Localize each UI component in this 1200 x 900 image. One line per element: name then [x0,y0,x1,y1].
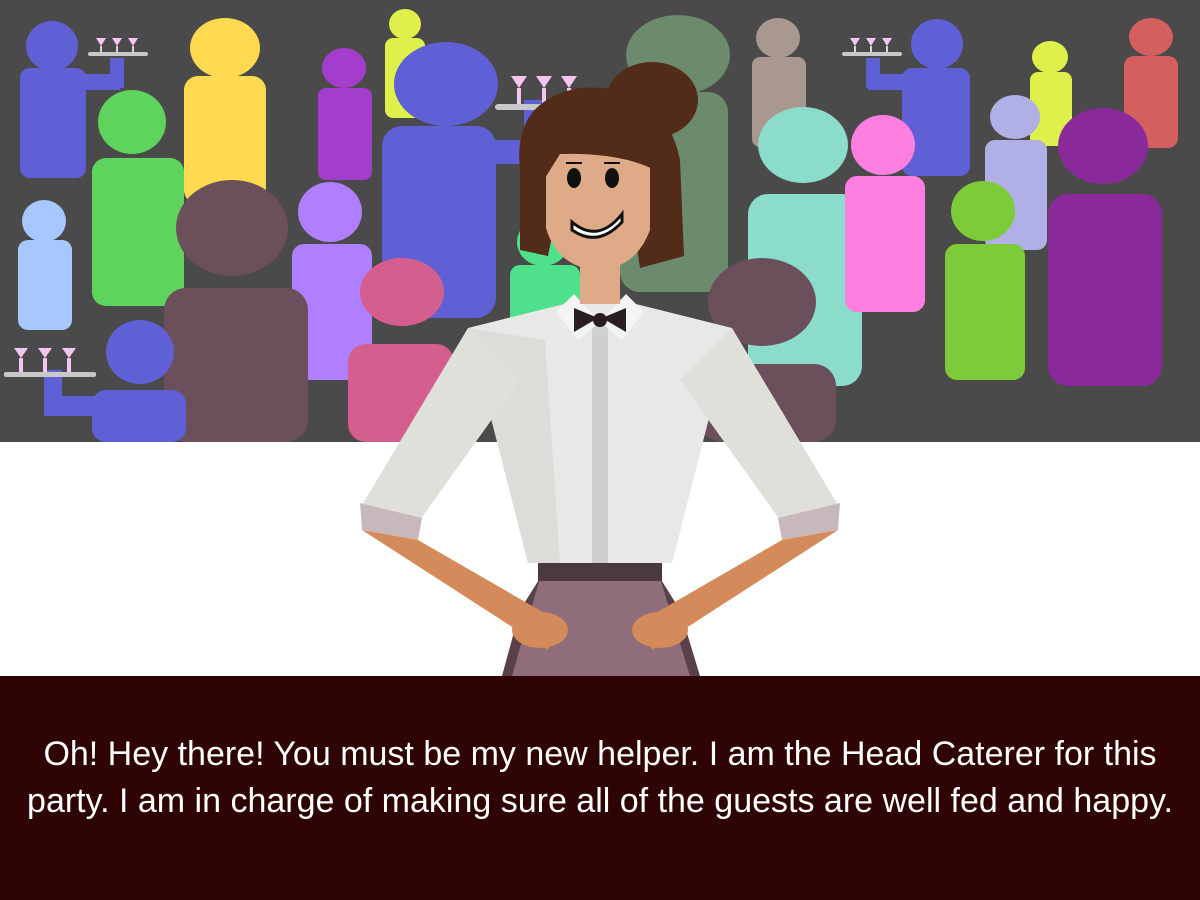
guest-silhouette [318,48,372,180]
guest-silhouette [845,115,925,312]
left-eye [567,168,581,188]
party-scene [0,0,1200,676]
guest-silhouette [184,18,266,204]
guest-silhouette [1048,108,1162,386]
dialog-box[interactable]: Oh! Hey there! You must be my new helper… [0,676,1200,900]
belt [538,563,662,581]
dialog-text: Oh! Hey there! You must be my new helper… [27,735,1173,820]
guest-silhouette [18,200,72,330]
face [546,150,650,270]
right-eye [605,168,619,188]
guest-silhouette [945,181,1025,380]
